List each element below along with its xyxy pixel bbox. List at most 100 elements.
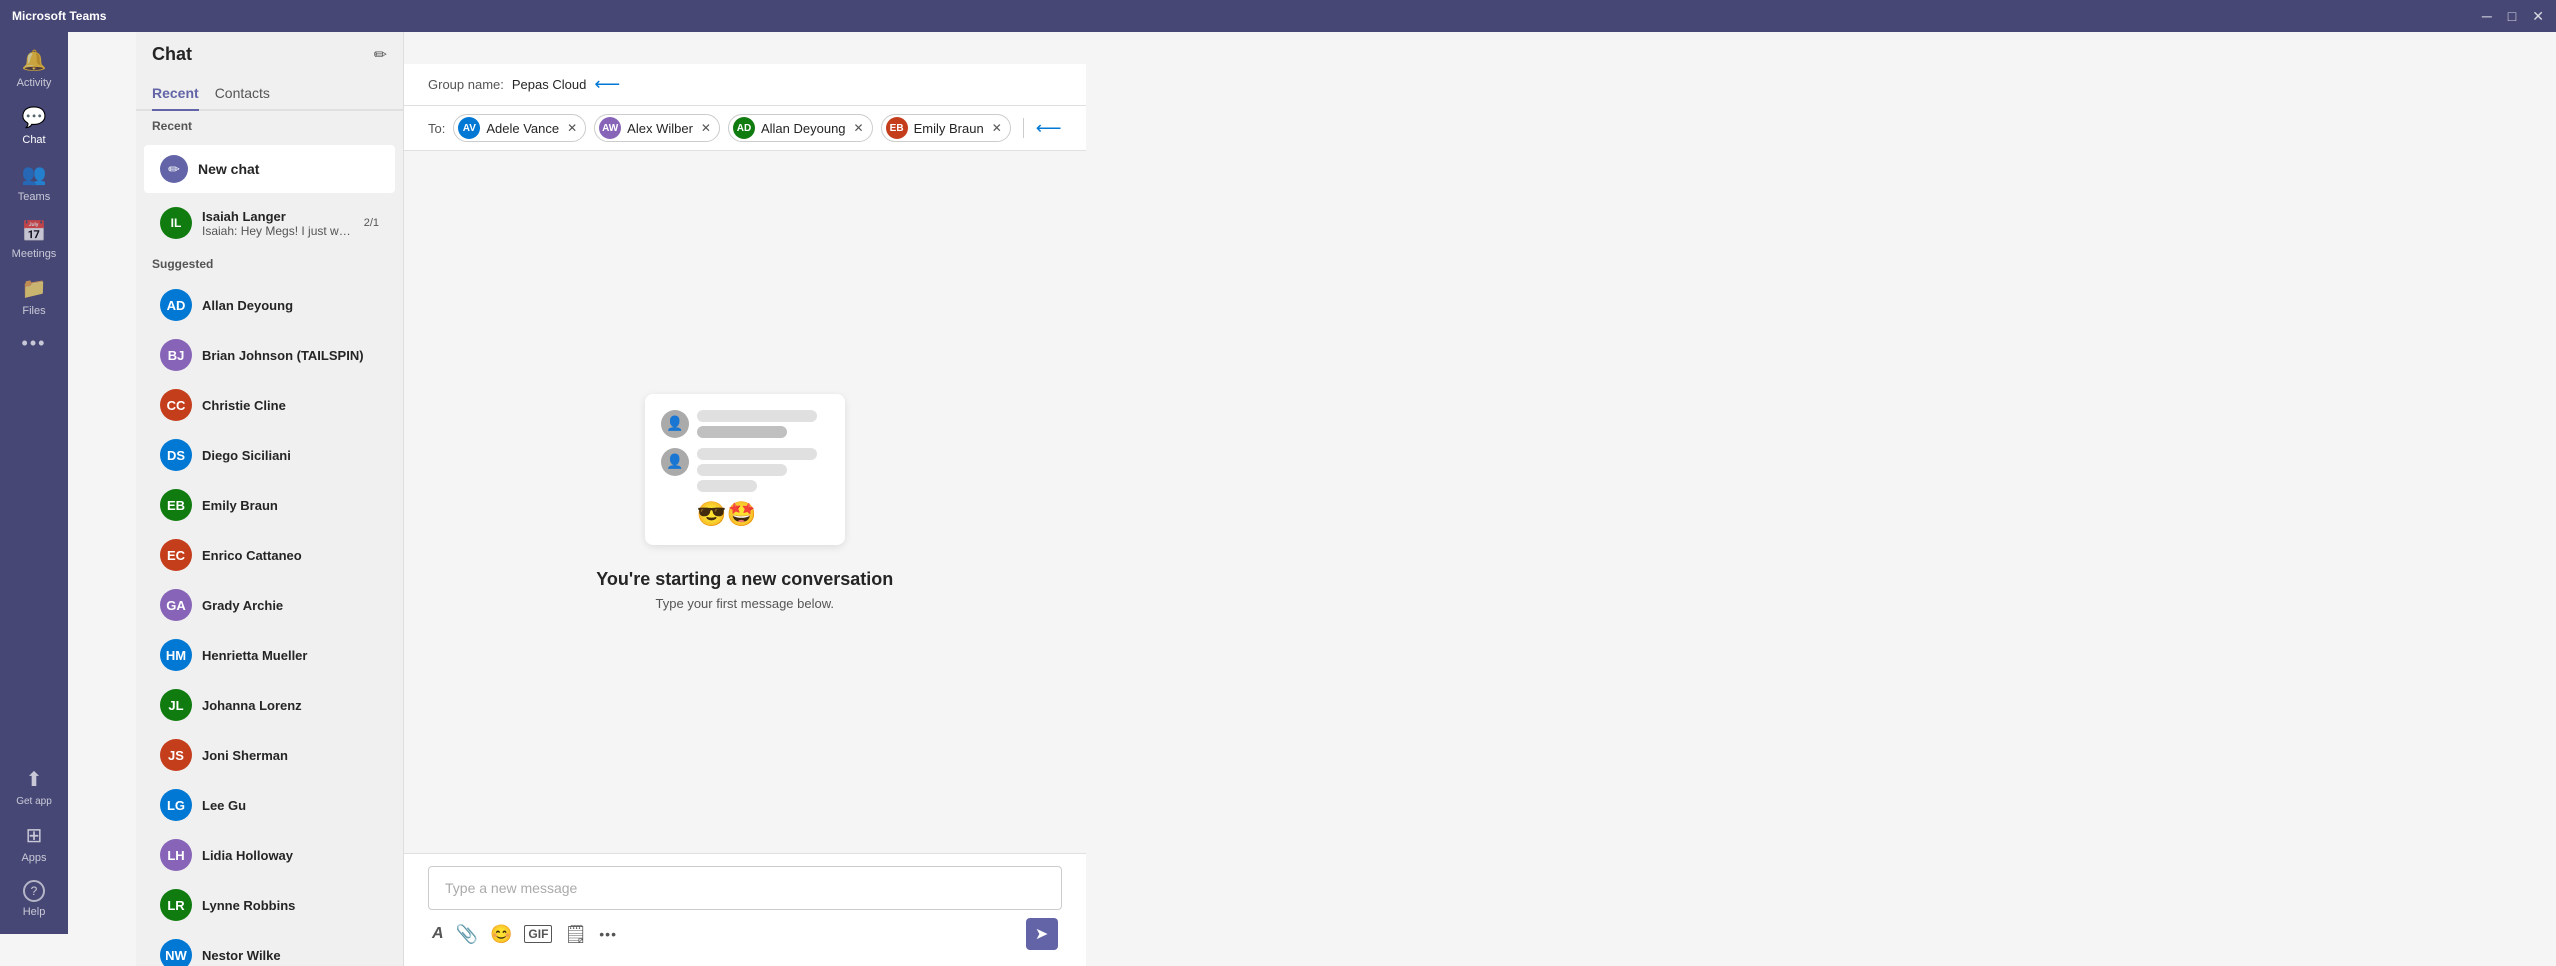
meetings-icon: 📅 xyxy=(22,219,47,244)
new-chat-label: New chat xyxy=(198,161,259,177)
to-label: To: xyxy=(428,121,445,136)
avatar-isaiah: IL xyxy=(160,207,192,239)
chat-item-nestor[interactable]: NW Nestor Wilke xyxy=(144,931,395,966)
chat-item-diego[interactable]: DS Diego Siciliani xyxy=(144,431,395,479)
avatar-johanna: JL xyxy=(160,689,192,721)
chat-item-name-enrico: Enrico Cattaneo xyxy=(202,548,379,563)
avatar-enrico: EC xyxy=(160,539,192,571)
group-name-bar: Group name: Pepas Cloud ⟵ xyxy=(404,64,1086,106)
format-button[interactable]: A xyxy=(432,925,444,943)
chat-item-isaiah[interactable]: IL Isaiah Langer Isaiah: Hey Megs! I jus… xyxy=(144,199,395,247)
sticker-button[interactable]: 🗒 xyxy=(564,924,587,945)
sidebar-item-meetings[interactable]: 📅 Meetings xyxy=(0,211,68,268)
help-icon: ? xyxy=(23,880,45,902)
chip-remove-alex[interactable]: ✕ xyxy=(701,121,711,135)
sidebar-item-activity[interactable]: 🔔 Activity xyxy=(0,40,68,97)
avatar-allan: AD xyxy=(160,289,192,321)
illus-avatar-2: 👤 xyxy=(661,448,689,476)
chat-item-name-brian: Brian Johnson (TAILSPIN) xyxy=(202,348,379,363)
tab-recent[interactable]: Recent xyxy=(152,77,199,111)
app-title: Microsoft Teams xyxy=(12,9,2482,23)
group-name-arrow: ⟵ xyxy=(594,74,620,95)
avatar-henrietta: HM xyxy=(160,639,192,671)
chat-item-name-lee: Lee Gu xyxy=(202,798,379,813)
sidebar-item-help[interactable]: ? Help xyxy=(0,872,68,926)
new-chat-button[interactable]: ✏ New chat xyxy=(144,145,395,193)
getapp-icon: ⬆ xyxy=(26,767,43,792)
chat-item-emily[interactable]: EB Emily Braun xyxy=(144,481,395,529)
sidebar-label-teams: Teams xyxy=(18,191,50,203)
message-input-box[interactable]: Type a new message xyxy=(428,866,1062,910)
close-btn[interactable]: ✕ xyxy=(2532,8,2544,25)
to-bar: To: AV Adele Vance ✕ AW Alex Wilber ✕ AD… xyxy=(404,106,1086,151)
chat-panel-header: Chat ✏ xyxy=(136,32,403,77)
recipient-chip-emily[interactable]: EB Emily Braun ✕ xyxy=(881,114,1011,142)
chip-remove-emily2[interactable]: ✕ xyxy=(992,121,1002,135)
send-icon: ➤ xyxy=(1035,924,1048,944)
edit-icon[interactable]: ✏ xyxy=(374,45,387,65)
sidebar-label-meetings: Meetings xyxy=(12,248,57,260)
sidebar-item-chat[interactable]: 💬 Chat xyxy=(0,97,68,154)
chat-item-joni[interactable]: JS Joni Sherman xyxy=(144,731,395,779)
sidebar-item-files[interactable]: 📁 Files xyxy=(0,268,68,325)
sidebar-label-chat: Chat xyxy=(22,134,45,146)
avatar-lee: LG xyxy=(160,789,192,821)
more-options-button[interactable]: ••• xyxy=(599,926,617,942)
recipient-chip-allan[interactable]: AD Allan Deyoung ✕ xyxy=(728,114,873,142)
recent-section-label: Recent xyxy=(136,111,403,141)
chat-item-lidia[interactable]: LH Lidia Holloway xyxy=(144,831,395,879)
chat-item-lee[interactable]: LG Lee Gu xyxy=(144,781,395,829)
chat-item-allan[interactable]: AD Allan Deyoung xyxy=(144,281,395,329)
chip-avatar-adele: AV xyxy=(458,117,480,139)
chat-item-name-emily: Emily Braun xyxy=(202,498,379,513)
sidebar-item-getapp[interactable]: ⬆ Get app xyxy=(0,759,68,815)
send-button[interactable]: ➤ xyxy=(1026,918,1058,950)
chip-remove-adele[interactable]: ✕ xyxy=(567,121,577,135)
illus-bubble-1 xyxy=(697,410,817,422)
avatar-lidia: LH xyxy=(160,839,192,871)
chat-item-info-isaiah: Isaiah Langer Isaiah: Hey Megs! I just w… xyxy=(202,209,354,238)
chat-item-name-christie: Christie Cline xyxy=(202,398,379,413)
chip-avatar-emily2: EB xyxy=(886,117,908,139)
chat-item-name-isaiah: Isaiah Langer xyxy=(202,209,354,224)
chip-avatar-allan2: AD xyxy=(733,117,755,139)
avatar-brian: BJ xyxy=(160,339,192,371)
group-name-value[interactable]: Pepas Cloud xyxy=(512,77,586,92)
avatar-grady: GA xyxy=(160,589,192,621)
titlebar-controls: ─ □ ✕ xyxy=(2482,8,2544,25)
emoji-button[interactable]: 😊 xyxy=(490,924,512,945)
avatar-christie: CC xyxy=(160,389,192,421)
apps-icon: ⊞ xyxy=(26,823,43,848)
chip-name-adele: Adele Vance xyxy=(486,121,559,136)
illus-bubble-2 xyxy=(697,426,787,438)
chat-item-brian[interactable]: BJ Brian Johnson (TAILSPIN) xyxy=(144,331,395,379)
sidebar-label-getapp: Get app xyxy=(16,796,52,807)
tabs: Recent Contacts xyxy=(136,77,403,111)
start-conversation-title: You're starting a new conversation xyxy=(596,569,893,590)
avatar-lynne: LR xyxy=(160,889,192,921)
minimize-btn[interactable]: ─ xyxy=(2482,8,2492,25)
avatar-emily: EB xyxy=(160,489,192,521)
sidebar-item-teams[interactable]: 👥 Teams xyxy=(0,154,68,211)
chat-item-grady[interactable]: GA Grady Archie xyxy=(144,581,395,629)
chat-item-enrico[interactable]: EC Enrico Cattaneo xyxy=(144,531,395,579)
recipient-chip-alex[interactable]: AW Alex Wilber ✕ xyxy=(594,114,720,142)
chat-item-name-grady: Grady Archie xyxy=(202,598,379,613)
chat-item-johanna[interactable]: JL Johanna Lorenz xyxy=(144,681,395,729)
chat-item-lynne[interactable]: LR Lynne Robbins xyxy=(144,881,395,929)
chat-item-christie[interactable]: CC Christie Cline xyxy=(144,381,395,429)
attach-button[interactable]: 📎 xyxy=(456,924,478,945)
recipient-chip-adele[interactable]: AV Adele Vance ✕ xyxy=(453,114,586,142)
chat-icon: 💬 xyxy=(22,105,47,130)
gif-button[interactable]: GIF xyxy=(524,925,552,943)
chip-remove-allan2[interactable]: ✕ xyxy=(854,121,864,135)
sidebar-item-more[interactable]: ••• xyxy=(0,325,68,362)
tab-contacts[interactable]: Contacts xyxy=(215,77,270,111)
maximize-btn[interactable]: □ xyxy=(2508,8,2516,25)
chat-item-time-isaiah: 2/1 xyxy=(364,217,379,229)
chat-item-name-johanna: Johanna Lorenz xyxy=(202,698,379,713)
sidebar-item-apps[interactable]: ⊞ Apps xyxy=(0,815,68,872)
illus-row-2: 👤 xyxy=(661,448,829,492)
avatar-diego: DS xyxy=(160,439,192,471)
chat-item-henrietta[interactable]: HM Henrietta Mueller xyxy=(144,631,395,679)
